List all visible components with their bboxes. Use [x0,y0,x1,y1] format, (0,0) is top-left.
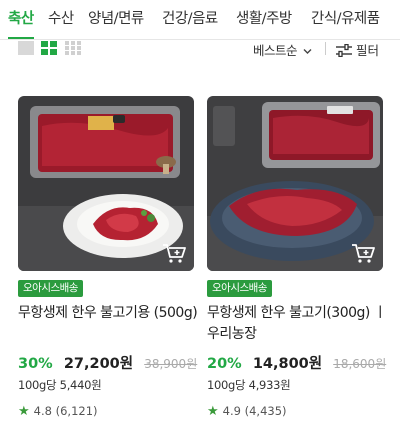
tab-health-drinks[interactable]: 건강/음료 [162,7,218,28]
filter-sliders-icon [336,43,352,58]
discount-rate: 30% [18,356,53,372]
star-icon: ★ [207,404,219,419]
sale-price: 27,200원 [63,356,134,372]
filter-label: 필터 [356,43,380,58]
filter-button[interactable]: 필터 [336,40,379,59]
tab-livestock[interactable]: 축산 [8,7,34,28]
rating-score: 4.8 [33,404,52,418]
rating: ★ 4.9 (4,435) [207,404,287,419]
product-image[interactable] [18,96,194,271]
sort-dropdown[interactable]: 베스트순 [253,40,312,59]
toolbar-divider [325,42,326,55]
delivery-badge: 오아시스배송 [207,280,272,297]
price-row: 20% 14,800원 18,600원 [207,352,386,373]
product-card[interactable]: 오아시스배송 무항생제 한우 불고기(300g) ㅣ우리농장 20% 14,80… [207,96,387,419]
category-tabs: 축산 수산 양념/면류 건강/음료 생활/주방 간식/유제품 [0,0,400,40]
product-image[interactable] [207,96,383,271]
star-icon: ★ [18,404,30,419]
chevron-down-icon [303,49,311,54]
tab-snacks-dairy[interactable]: 간식/유제품 [311,7,380,28]
original-price: 38,900원 [144,357,198,371]
unit-price: 100g당 5,440원 [18,378,102,392]
single-view-icon[interactable] [18,41,34,55]
product-title[interactable]: 무항생제 한우 불고기용 (500g) [18,303,198,324]
tab-seafood[interactable]: 수산 [48,7,74,28]
add-to-cart-icon[interactable] [160,241,188,265]
rating: ★ 4.8 (6,121) [18,404,98,419]
list-toolbar: 베스트순 필터 [0,40,400,59]
price-row: 30% 27,200원 38,900원 [18,352,197,373]
sale-price: 14,800원 [252,356,323,372]
product-card[interactable]: 오아시스배송 무항생제 한우 불고기용 (500g) 30% 27,200원 3… [18,96,198,419]
discount-rate: 20% [207,356,242,372]
tab-living-kitchen[interactable]: 생활/주방 [236,7,292,28]
delivery-badge: 오아시스배송 [18,280,83,297]
list-grid-view-icon[interactable] [65,41,81,55]
rating-score: 4.9 [222,404,241,418]
grid-view-icon[interactable] [41,41,57,55]
sort-label: 베스트순 [253,43,298,58]
add-to-cart-icon[interactable] [349,241,377,265]
tab-seasoning-noodles[interactable]: 양념/면류 [88,7,144,28]
unit-price: 100g당 4,933원 [207,378,291,392]
original-price: 18,600원 [333,357,387,371]
product-title[interactable]: 무항생제 한우 불고기(300g) ㅣ우리농장 [207,303,387,345]
review-count: (4,435) [244,404,287,418]
review-count: (6,121) [55,404,98,418]
